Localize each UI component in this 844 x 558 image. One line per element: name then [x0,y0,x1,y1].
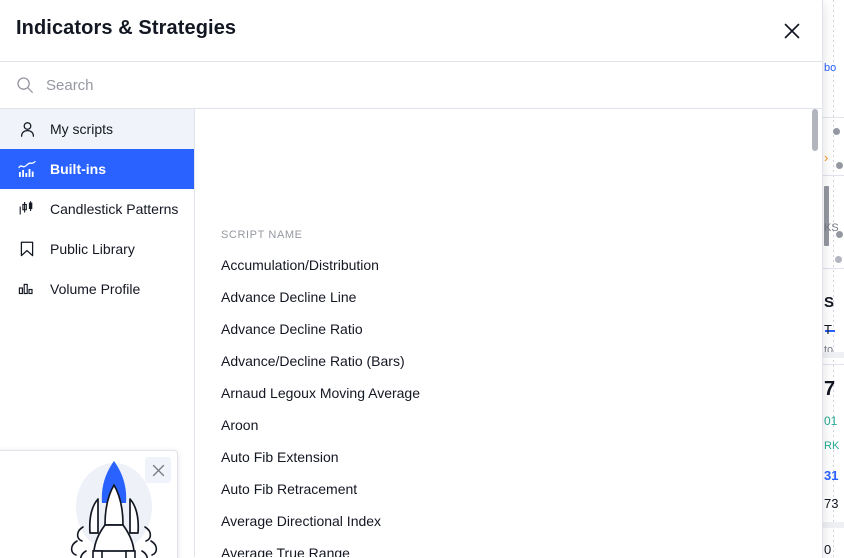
script-name-label: Arnaud Legoux Moving Average [221,385,420,401]
script-list-item[interactable]: Average Directional Index [195,505,822,537]
list-scrollbar-thumb[interactable] [812,109,818,151]
background-data-point [833,128,840,135]
script-name-label: Advance/Decline Ratio (Bars) [221,353,405,369]
background-text-fragment: T [824,322,832,337]
script-name-label: Average Directional Index [221,513,382,529]
script-name-label: Accumulation/Distribution [221,257,379,273]
script-list-item[interactable]: Auto Fib Extension [195,441,822,473]
indicator-chart-icon [16,158,38,180]
background-text-fragment: 01 [824,414,838,428]
sidebar-item-my-scripts[interactable]: My scripts [0,109,194,149]
candlestick-icon [16,198,38,220]
background-text-fragment: bo [824,62,837,74]
background-hline [822,117,844,118]
background-text-fragment: 31 [824,468,839,483]
background-right-strip: bo › KS S T to 7 01 RK 31 73 0 [821,0,844,558]
script-name-label: Advance Decline Line [221,289,357,305]
script-list-item[interactable]: Arnaud Legoux Moving Average [195,377,822,409]
script-name-label: Aroon [221,417,259,433]
search-bar [0,62,822,109]
background-text-fragment: 73 [824,496,839,511]
background-text-fragment: 0 [824,542,832,557]
sidebar-item-label: Volume Profile [50,281,141,297]
list-scrollbar[interactable] [812,109,818,557]
background-text-fragment: 7 [824,378,836,400]
background-highlight-band [822,522,844,528]
sidebar-item-public-library[interactable]: Public Library [0,229,194,269]
background-hline [822,268,844,269]
script-name-label: Auto Fib Extension [221,449,339,465]
script-list-item[interactable]: Auto Fib Retracement [195,473,822,505]
page-title: Indicators & Strategies [16,17,237,39]
background-text-fragment: RK [824,440,840,452]
volume-bars-icon [16,278,38,300]
background-text-fragment: › [824,150,829,165]
background-data-point [835,256,842,263]
bookmark-icon [16,238,38,260]
column-header-script-name: SCRIPT NAME [221,229,303,241]
indicators-dialog: Indicators & Strategies Search My script… [0,0,823,558]
search-input[interactable] [46,76,446,94]
sidebar-item-candlestick-patterns[interactable]: Candlestick Patterns [0,189,194,229]
script-list-item[interactable]: Accumulation/Distribution [195,249,822,281]
script-name-label: Average True Range [221,545,350,557]
sidebar-item-label: Public Library [50,241,135,257]
close-icon [784,23,800,39]
script-list: Accumulation/Distribution Advance Decline… [195,249,822,557]
script-name-label: Auto Fib Retracement [221,481,358,497]
background-bar [824,186,829,246]
script-list-item[interactable]: Average True Range [195,537,822,557]
background-text-fragment: S [824,294,835,311]
close-button[interactable] [772,11,812,51]
background-hline [822,175,844,176]
background-highlight-band [822,352,844,358]
background-text-fragment: KS [824,222,839,234]
sidebar-item-label: Built-ins [50,161,106,177]
background-data-point [836,162,843,169]
rocket-illustration [55,455,173,558]
background-hline [822,364,844,365]
promo-card: ou trade [0,450,178,558]
search-icon [16,76,34,94]
person-icon [16,118,38,140]
script-list-item[interactable]: Aroon [195,409,822,441]
script-list-item[interactable]: Advance/Decline Ratio (Bars) [195,345,822,377]
sidebar-item-volume-profile[interactable]: Volume Profile [0,269,194,309]
sidebar-item-built-ins[interactable]: Built-ins [0,149,194,189]
script-name-label: Advance Decline Ratio [221,321,363,337]
script-list-item[interactable]: Advance Decline Line [195,281,822,313]
sidebar-item-label: My scripts [50,121,113,137]
script-list-pane: SCRIPT NAME Accumulation/Distribution Adv… [195,109,822,557]
dialog-header: Indicators & Strategies [0,0,822,62]
sidebar-item-label: Candlestick Patterns [50,201,179,217]
script-list-item[interactable]: Advance Decline Ratio [195,313,822,345]
